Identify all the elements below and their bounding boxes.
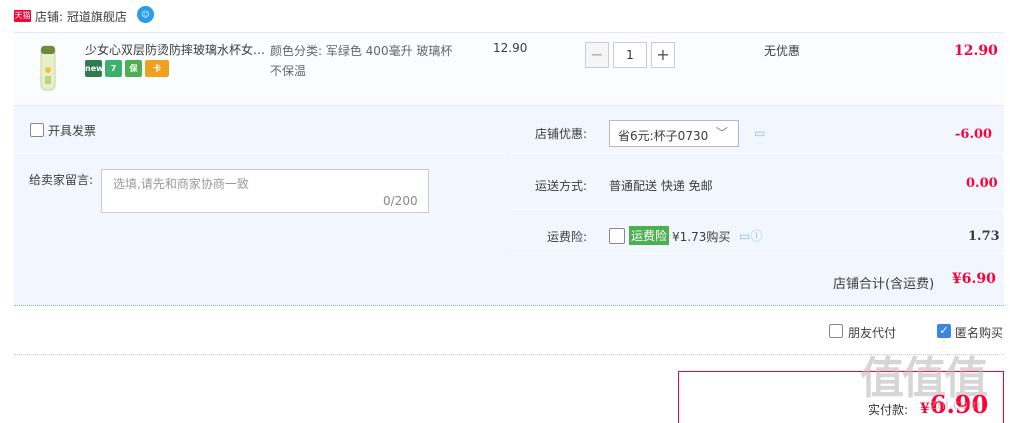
service-badges: new 7 保 卡 — [85, 60, 169, 77]
shop-total-amount: ¥6.90 — [952, 271, 996, 287]
chevron-down-icon[interactable]: ﹀ — [716, 124, 728, 141]
divider — [14, 354, 1004, 355]
shop-total-label: 店铺合计(含运费) — [833, 277, 935, 292]
coupon-label: 店铺优惠: — [534, 127, 587, 141]
invoice-label[interactable]: 开具发票 — [48, 122, 96, 139]
divider — [14, 153, 507, 154]
item-subtotal: 12.90 — [954, 43, 998, 59]
shipping-amount: 0.00 — [966, 176, 998, 191]
message-label: 给卖家留言: — [29, 173, 94, 187]
message-placeholder: 选填,请先和商家协商一致 — [113, 177, 249, 191]
pay-label: 实付款: — [868, 403, 909, 417]
anonymous-label[interactable]: 匿名购买 — [955, 324, 1003, 341]
shipping-method: 普通配送 快递 免邮 — [609, 179, 713, 193]
tmall-logo: 天猫 — [14, 10, 31, 22]
friend-pay-label[interactable]: 朋友代付 — [848, 324, 896, 341]
shop-name[interactable]: 店铺: 冠道旗舰店 — [35, 8, 127, 25]
item-discount: 无优惠 — [764, 44, 801, 58]
message-char-count: 0/200 — [383, 194, 418, 208]
pay-currency: ¥ — [920, 401, 930, 417]
quantity-stepper: − 1 + — [585, 42, 675, 68]
shipping-label: 运送方式: — [534, 179, 587, 193]
watermark-site: zhi.com — [930, 398, 981, 413]
insurance-label: 运费险: — [546, 230, 587, 244]
insurance-amount: 1.73 — [968, 229, 1000, 244]
wangwang-chat-icon[interactable]: ☺ — [137, 6, 154, 23]
insurance-price: ¥1.73购买 — [672, 230, 731, 244]
product-title[interactable]: 少女心双层防烫防摔玻璃水杯女… — [85, 41, 265, 59]
new-badge-icon: new — [85, 60, 104, 77]
friend-pay-checkbox[interactable] — [829, 324, 843, 338]
seven-day-return-icon: 7 — [105, 60, 122, 77]
invoice-checkbox[interactable] — [30, 123, 44, 137]
product-sku: 颜色分类: 军绿色 400毫升 玻璃杯 不保温 — [270, 44, 453, 78]
insurance-checkbox[interactable] — [609, 228, 625, 244]
anonymous-checkbox[interactable]: ✓ — [937, 324, 951, 338]
help-icon[interactable]: ▭ⓘ — [739, 227, 762, 244]
increase-button[interactable]: + — [651, 42, 675, 68]
credit-card-icon: 卡 — [145, 60, 169, 77]
unit-price: 12.90 — [493, 41, 528, 55]
guarantee-icon: 保 — [125, 60, 142, 77]
product-thumbnail[interactable] — [24, 40, 72, 94]
coupon-amount: -6.00 — [955, 127, 993, 142]
quantity-input[interactable]: 1 — [613, 42, 647, 68]
insurance-tag: 运费险 — [629, 226, 670, 245]
chat-bubble-icon[interactable]: ▭ — [754, 126, 765, 140]
decrease-button[interactable]: − — [585, 42, 609, 68]
